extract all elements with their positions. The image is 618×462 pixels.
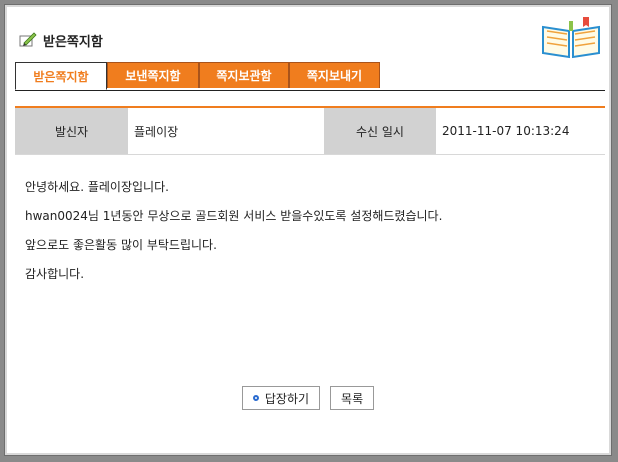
- message-line: 감사합니다.: [25, 267, 85, 281]
- sender-value: 플레이장: [134, 124, 179, 139]
- message-line: hwan0024님 1년동안 무상으로 골드회원 서비스 받을수있도록 설정해드…: [25, 209, 443, 223]
- notebook-icon: [542, 17, 600, 59]
- list-button[interactable]: 목록: [330, 386, 375, 410]
- message-info-row: 발신자 플레이장 수신 일시 2011-11-07 10:13:24: [15, 108, 605, 155]
- reply-button[interactable]: 답장하기: [241, 386, 321, 410]
- tab-bar: 받은쪽지함 보낸쪽지함 쪽지보관함 쪽지보내기: [15, 62, 605, 91]
- circle-bullet-icon: [252, 395, 259, 401]
- page-title: 받은쪽지함: [19, 31, 103, 50]
- message-body: 안녕하세요. 플레이장입니다. hwan0024님 1년동안 무상으로 골드회원…: [25, 173, 595, 289]
- tab-sent[interactable]: 보낸쪽지함: [107, 62, 199, 88]
- message-line: 안녕하세요. 플레이장입니다.: [25, 180, 169, 194]
- action-buttons: 답장하기 목록: [5, 386, 611, 410]
- tab-compose[interactable]: 쪽지보내기: [289, 62, 380, 88]
- list-button-label: 목록: [341, 391, 364, 406]
- tab-inbox[interactable]: 받은쪽지함: [15, 62, 107, 90]
- reply-button-label: 답장하기: [264, 391, 310, 406]
- message-line: 앞으로도 좋은활동 많이 부탁드립니다.: [25, 238, 217, 252]
- date-value: 2011-11-07 10:13:24: [442, 124, 570, 138]
- message-window: 받은쪽지함 받은쪽지함 보낸쪽지함 쪽지보관함 쪽지보내기 발신자 플레이장 수…: [4, 4, 612, 456]
- pen-note-icon: [19, 32, 37, 47]
- tab-archive[interactable]: 쪽지보관함: [199, 62, 289, 88]
- date-label: 수신 일시: [324, 108, 436, 154]
- sender-label: 발신자: [15, 108, 128, 154]
- page-title-text: 받은쪽지함: [43, 34, 103, 50]
